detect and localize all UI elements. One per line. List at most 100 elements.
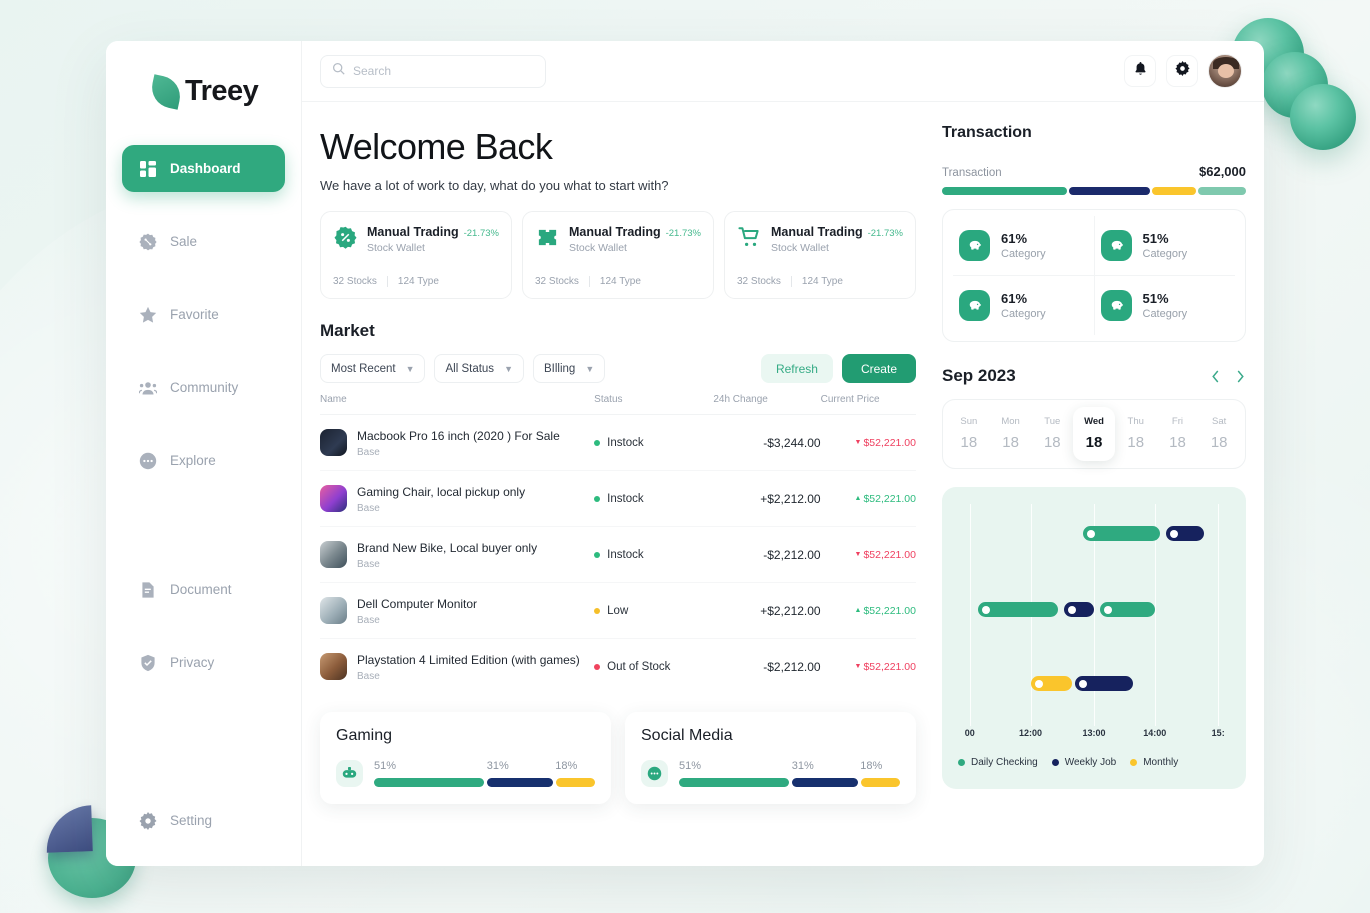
create-button[interactable]: Create <box>841 354 916 383</box>
calendar-day-selected[interactable]: Wed 18 <box>1073 407 1115 461</box>
timeline-bar-handle[interactable] <box>1086 529 1095 538</box>
stat-card-top: Manual Trading -21.73% Stock Wallet <box>333 225 499 254</box>
status-label: Instock <box>607 548 644 561</box>
category-row: 61% Category 51% Category <box>953 275 1235 335</box>
timeline-bar[interactable] <box>1030 676 1072 691</box>
nav-gap <box>106 196 301 218</box>
timeline-bar-handle[interactable] <box>1067 605 1076 614</box>
calendar-day[interactable]: Thu 18 <box>1115 407 1157 461</box>
piggy-bank-icon <box>1100 290 1132 321</box>
mini-card-bars: 51% 31% 18% <box>679 760 900 787</box>
stat-card-stocks: 32 Stocks <box>333 276 377 287</box>
stat-card[interactable]: Manual Trading -21.73% Stock Wallet 32 S… <box>724 211 916 299</box>
timeline-bar[interactable] <box>1165 526 1205 541</box>
gear-icon <box>1174 61 1190 81</box>
timeline-tick-label: 12:00 <box>1019 728 1043 738</box>
product-name: Dell Computer Monitor <box>357 597 478 611</box>
avatar[interactable] <box>1208 54 1242 88</box>
sidebar-item-setting[interactable]: Setting <box>122 797 285 844</box>
search-box[interactable] <box>320 54 546 88</box>
calendar-date: 18 <box>1169 434 1186 451</box>
sidebar-item-favorite[interactable]: Favorite <box>122 291 285 338</box>
mini-card-social-media[interactable]: Social Media 51% 31% 18% <box>625 712 916 804</box>
status-label: Low <box>607 604 629 617</box>
stat-card[interactable]: Manual Trading -21.73% Stock Wallet 32 S… <box>320 211 512 299</box>
timeline-bar-handle[interactable] <box>982 605 991 614</box>
category-label: Category <box>1001 308 1046 320</box>
cell-name: Playstation 4 Limited Edition (with game… <box>320 639 594 695</box>
timeline-bar[interactable] <box>1063 602 1094 617</box>
table-row[interactable]: Playstation 4 Limited Edition (with game… <box>320 639 916 695</box>
category-label: Category <box>1001 248 1046 260</box>
timeline-bar-handle[interactable] <box>1103 605 1112 614</box>
sidebar-item-explore[interactable]: Explore <box>122 437 285 484</box>
stat-card-title-row: Manual Trading -21.73% <box>569 225 701 239</box>
filter-billing[interactable]: BIlling ▼ <box>532 354 606 383</box>
category-item[interactable]: 61% Category <box>953 216 1094 275</box>
calendar-day[interactable]: Sun 18 <box>948 407 990 461</box>
sidebar-item-document[interactable]: Document <box>122 566 285 613</box>
sidebar-item-community[interactable]: Community <box>122 364 285 411</box>
stat-card-stocks: 32 Stocks <box>737 276 781 287</box>
transaction-summary: Transaction $62,000 <box>942 164 1246 179</box>
timeline-bar-handle[interactable] <box>1034 679 1043 688</box>
timeline-bar[interactable] <box>1099 602 1155 617</box>
page-title: Welcome Back <box>320 126 553 167</box>
trend-up-icon: ▲ <box>854 607 862 615</box>
transaction-amount: $62,000 <box>1199 164 1246 179</box>
calendar-prev-button[interactable] <box>1210 369 1221 384</box>
table-row[interactable]: Dell Computer Monitor Base Low +$2,212.0… <box>320 582 916 639</box>
segment-bar <box>679 778 789 787</box>
sidebar-item-sale[interactable]: Sale <box>122 218 285 265</box>
calendar-day[interactable]: Mon 18 <box>990 407 1032 461</box>
table-row[interactable]: Gaming Chair, local pickup only Base Ins… <box>320 470 916 527</box>
category-pct: 51% <box>1142 291 1169 306</box>
category-item[interactable]: 51% Category <box>1093 216 1236 275</box>
segment-label: 31% <box>791 760 814 772</box>
timeline-bar[interactable] <box>1074 676 1133 691</box>
stat-card-change: -21.73% <box>867 228 903 239</box>
filter-all-status[interactable]: All Status ▼ <box>434 354 524 383</box>
product: Macbook Pro 16 inch (2020 ) For Sale Bas… <box>320 427 594 458</box>
mini-card-gaming[interactable]: Gaming 51% 31% 18% <box>320 712 611 804</box>
calendar-next-button[interactable] <box>1235 369 1246 384</box>
legend-item: Monthly <box>1130 757 1178 768</box>
divider <box>386 276 388 287</box>
settings-button[interactable] <box>1166 55 1198 87</box>
timeline-bar[interactable] <box>978 602 1059 617</box>
timeline-bar[interactable] <box>1082 526 1161 541</box>
calendar-header: Sep 2023 <box>942 366 1246 386</box>
category-label: Category <box>1142 308 1188 320</box>
legend-dot-icon <box>1130 759 1138 766</box>
search-input[interactable] <box>353 64 534 78</box>
table-row[interactable]: Macbook Pro 16 inch (2020 ) For Sale Bas… <box>320 414 916 471</box>
sidebar-item-dashboard[interactable]: Dashboard <box>122 145 285 192</box>
status-label: Out of Stock <box>607 660 671 673</box>
calendar-day[interactable]: Fri 18 <box>1157 407 1199 461</box>
transaction-progress-bar <box>942 187 1247 195</box>
legend-dot-icon <box>958 759 965 766</box>
timeline-bar-handle[interactable] <box>1169 529 1178 538</box>
filter-most-recent[interactable]: Most Recent ▼ <box>320 354 426 383</box>
mini-card-bars: 51% 31% 18% <box>374 760 595 787</box>
category-item[interactable]: 61% Category <box>953 276 1094 335</box>
sidebar-item-privacy[interactable]: Privacy <box>122 639 285 686</box>
segment-label: 18% <box>555 760 578 772</box>
table-row[interactable]: Brand New Bike, Local buyer only Base In… <box>320 526 916 583</box>
chat-icon <box>641 760 668 787</box>
notifications-button[interactable] <box>1124 55 1156 87</box>
stat-card[interactable]: Manual Trading -21.73% Stock Wallet 32 S… <box>522 211 714 299</box>
timeline-bar-handle[interactable] <box>1078 679 1087 688</box>
refresh-button[interactable]: Refresh <box>760 354 833 383</box>
sidebar-item-label: Dashboard <box>170 161 241 176</box>
calendar-day[interactable]: Tue 18 <box>1031 407 1073 461</box>
leaf-icon <box>148 73 184 110</box>
category-item[interactable]: 51% Category <box>1093 276 1236 335</box>
ticket-icon <box>535 225 559 249</box>
status-badge: Out of Stock <box>594 661 713 673</box>
calendar-day[interactable]: Sat 18 <box>1198 407 1240 461</box>
category-texts: 51% Category <box>1143 291 1188 320</box>
stat-card-texts: Manual Trading -21.73% Stock Wallet <box>367 225 499 254</box>
pie-slice <box>45 805 93 853</box>
status-badge: Low <box>594 605 713 617</box>
